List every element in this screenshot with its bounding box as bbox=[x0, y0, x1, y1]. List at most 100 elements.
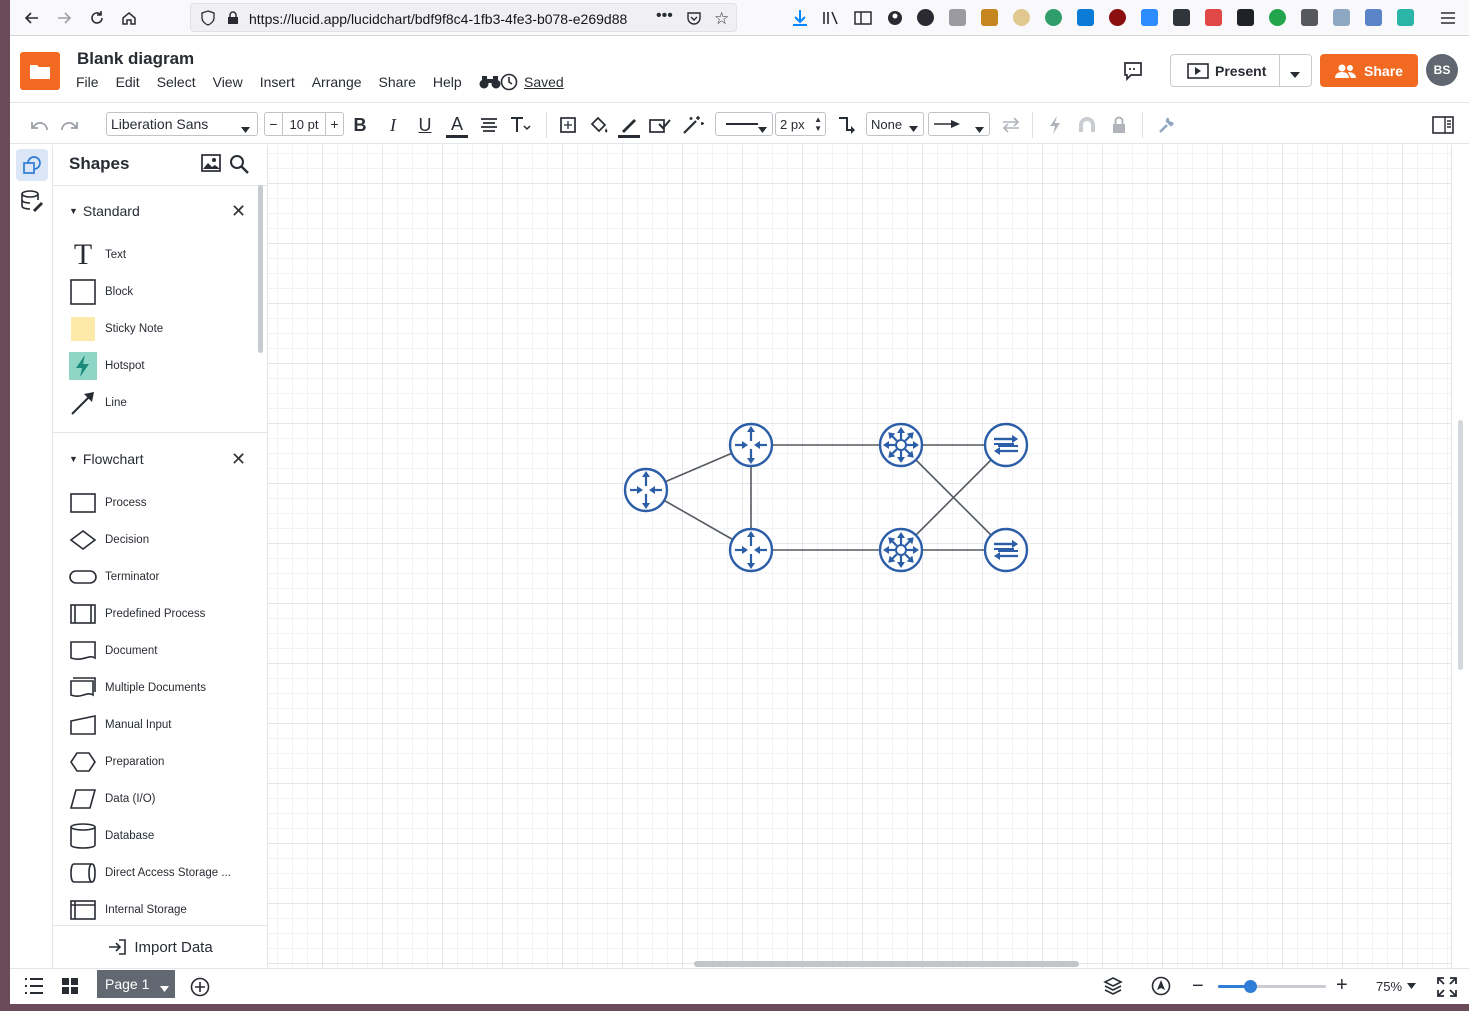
back-icon[interactable] bbox=[20, 6, 44, 30]
undo-icon[interactable] bbox=[28, 114, 50, 136]
standard-section-header[interactable]: ▼ Standard bbox=[69, 203, 140, 219]
extension-icon[interactable] bbox=[1077, 9, 1094, 26]
extension-icon[interactable] bbox=[1237, 9, 1254, 26]
comment-icon[interactable] bbox=[1123, 61, 1143, 86]
router-icon[interactable] bbox=[728, 422, 774, 468]
diagram-canvas[interactable] bbox=[268, 145, 1451, 968]
line-routing-icon[interactable] bbox=[836, 114, 858, 136]
extension-icon[interactable] bbox=[917, 9, 934, 26]
fullscreen-icon[interactable] bbox=[1437, 977, 1457, 1002]
library-icon[interactable] bbox=[819, 6, 843, 30]
atm-switch-icon[interactable] bbox=[878, 422, 924, 468]
search-icon[interactable] bbox=[229, 154, 249, 179]
zoom-slider-knob[interactable] bbox=[1244, 980, 1258, 993]
shield-icon[interactable] bbox=[201, 10, 215, 31]
import-data-button[interactable]: Import Data bbox=[53, 925, 267, 968]
zoom-in-icon[interactable]: + bbox=[1336, 975, 1348, 995]
home-icon[interactable] bbox=[117, 6, 141, 30]
lock-icon[interactable] bbox=[1108, 114, 1130, 136]
document-title[interactable]: Blank diagram bbox=[77, 49, 194, 69]
chevron-down-icon[interactable] bbox=[160, 980, 169, 996]
menu-insert[interactable]: Insert bbox=[260, 74, 295, 93]
line-style-select[interactable] bbox=[715, 112, 773, 136]
shape-predefined-process[interactable]: Predefined Process bbox=[69, 600, 251, 628]
account-icon[interactable] bbox=[883, 6, 907, 30]
layers-icon[interactable] bbox=[1103, 976, 1123, 1001]
url-bar[interactable]: https://lucid.app/lucidchart/bdf9f8c4-1f… bbox=[190, 3, 737, 32]
sidebar-icon[interactable] bbox=[851, 6, 875, 30]
shapes-scrollbar[interactable] bbox=[258, 185, 263, 353]
menu-file[interactable]: File bbox=[76, 74, 99, 93]
network-diagram[interactable] bbox=[268, 145, 1451, 968]
bookmark-star-icon[interactable]: ☆ bbox=[714, 9, 729, 29]
line-width-select[interactable]: 2 px ▲ ▼ bbox=[775, 112, 826, 136]
flowchart-section-header[interactable]: ▼ Flowchart bbox=[69, 451, 144, 467]
zoom-level-select[interactable]: 75% bbox=[1376, 979, 1417, 994]
close-icon[interactable]: ✕ bbox=[231, 202, 246, 220]
menu-view[interactable]: View bbox=[213, 74, 243, 93]
font-size-increase[interactable]: + bbox=[325, 113, 343, 135]
workgroup-switch-icon[interactable] bbox=[983, 422, 1029, 468]
panel-toggle-icon[interactable] bbox=[1431, 114, 1455, 136]
shape-options-icon[interactable] bbox=[557, 114, 579, 136]
page-tab[interactable]: Page 1 bbox=[97, 970, 175, 998]
conditional-format-icon[interactable] bbox=[649, 114, 671, 136]
download-icon[interactable] bbox=[788, 6, 812, 30]
align-icon[interactable] bbox=[478, 114, 500, 136]
hamburger-menu-icon[interactable] bbox=[1436, 6, 1460, 30]
bold-icon[interactable]: B bbox=[349, 114, 371, 136]
extension-icon[interactable] bbox=[1333, 9, 1350, 26]
font-family-select[interactable]: Liberation Sans bbox=[106, 112, 258, 136]
menu-share[interactable]: Share bbox=[379, 74, 416, 93]
ublock-icon[interactable] bbox=[1109, 9, 1126, 26]
extension-icon[interactable] bbox=[1269, 9, 1286, 26]
action-lightning-icon[interactable] bbox=[1044, 114, 1066, 136]
shape-block[interactable]: Block bbox=[69, 278, 251, 306]
font-size-stepper[interactable]: − 10 pt + bbox=[264, 112, 344, 136]
close-icon[interactable]: ✕ bbox=[231, 450, 246, 468]
shape-sticky-note[interactable]: Sticky Note bbox=[69, 315, 251, 343]
menu-select[interactable]: Select bbox=[157, 74, 196, 93]
chevron-down-icon[interactable] bbox=[1290, 66, 1300, 84]
router-icon[interactable] bbox=[623, 467, 669, 513]
arrow-end-select[interactable] bbox=[928, 112, 990, 136]
shape-process[interactable]: Process bbox=[69, 489, 251, 517]
extension-icon[interactable] bbox=[1045, 9, 1062, 26]
reload-icon[interactable] bbox=[85, 6, 109, 30]
router-icon[interactable] bbox=[728, 527, 774, 573]
fill-color-icon[interactable] bbox=[588, 114, 610, 136]
shape-document[interactable]: Document bbox=[69, 637, 251, 665]
wrench-icon[interactable] bbox=[1156, 114, 1178, 136]
shape-hotspot[interactable]: Hotspot bbox=[69, 352, 251, 380]
shape-direct-access-storage[interactable]: Direct Access Storage ... bbox=[69, 859, 251, 887]
horizontal-scrollbar[interactable] bbox=[694, 961, 1079, 967]
lucid-folder-icon[interactable] bbox=[20, 52, 60, 90]
navigate-compass-icon[interactable] bbox=[1151, 976, 1171, 1001]
extension-icon[interactable] bbox=[1365, 9, 1382, 26]
shape-line[interactable]: Line bbox=[69, 389, 251, 417]
text-options-icon[interactable] bbox=[510, 114, 532, 136]
data-linking-icon[interactable] bbox=[20, 189, 44, 218]
extension-icon[interactable] bbox=[1173, 9, 1190, 26]
arrow-start-select[interactable]: None bbox=[866, 112, 924, 136]
present-button[interactable]: Present bbox=[1170, 54, 1312, 87]
text-color-icon[interactable]: A bbox=[446, 114, 468, 138]
redo-icon[interactable] bbox=[59, 114, 81, 136]
swap-arrows-icon[interactable] bbox=[1000, 114, 1022, 136]
extension-icon[interactable] bbox=[1205, 9, 1222, 26]
add-page-icon[interactable] bbox=[190, 977, 210, 1002]
extension-icon[interactable] bbox=[1013, 9, 1030, 26]
shape-text[interactable]: T Text bbox=[69, 238, 251, 271]
workgroup-switch-icon[interactable] bbox=[983, 527, 1029, 573]
shape-preparation[interactable]: Preparation bbox=[69, 748, 251, 776]
avatar[interactable]: BS bbox=[1426, 54, 1458, 86]
line-color-icon[interactable] bbox=[618, 114, 640, 138]
underline-icon[interactable]: U bbox=[414, 114, 436, 136]
magic-wand-icon[interactable] bbox=[682, 114, 704, 136]
zoom-out-icon[interactable]: − bbox=[1192, 976, 1204, 996]
image-icon[interactable] bbox=[201, 154, 221, 177]
shape-decision[interactable]: Decision bbox=[69, 526, 251, 554]
shape-data-io[interactable]: Data (I/O) bbox=[69, 785, 251, 813]
more-icon[interactable]: ••• bbox=[656, 7, 673, 25]
extension-icon[interactable] bbox=[949, 9, 966, 26]
